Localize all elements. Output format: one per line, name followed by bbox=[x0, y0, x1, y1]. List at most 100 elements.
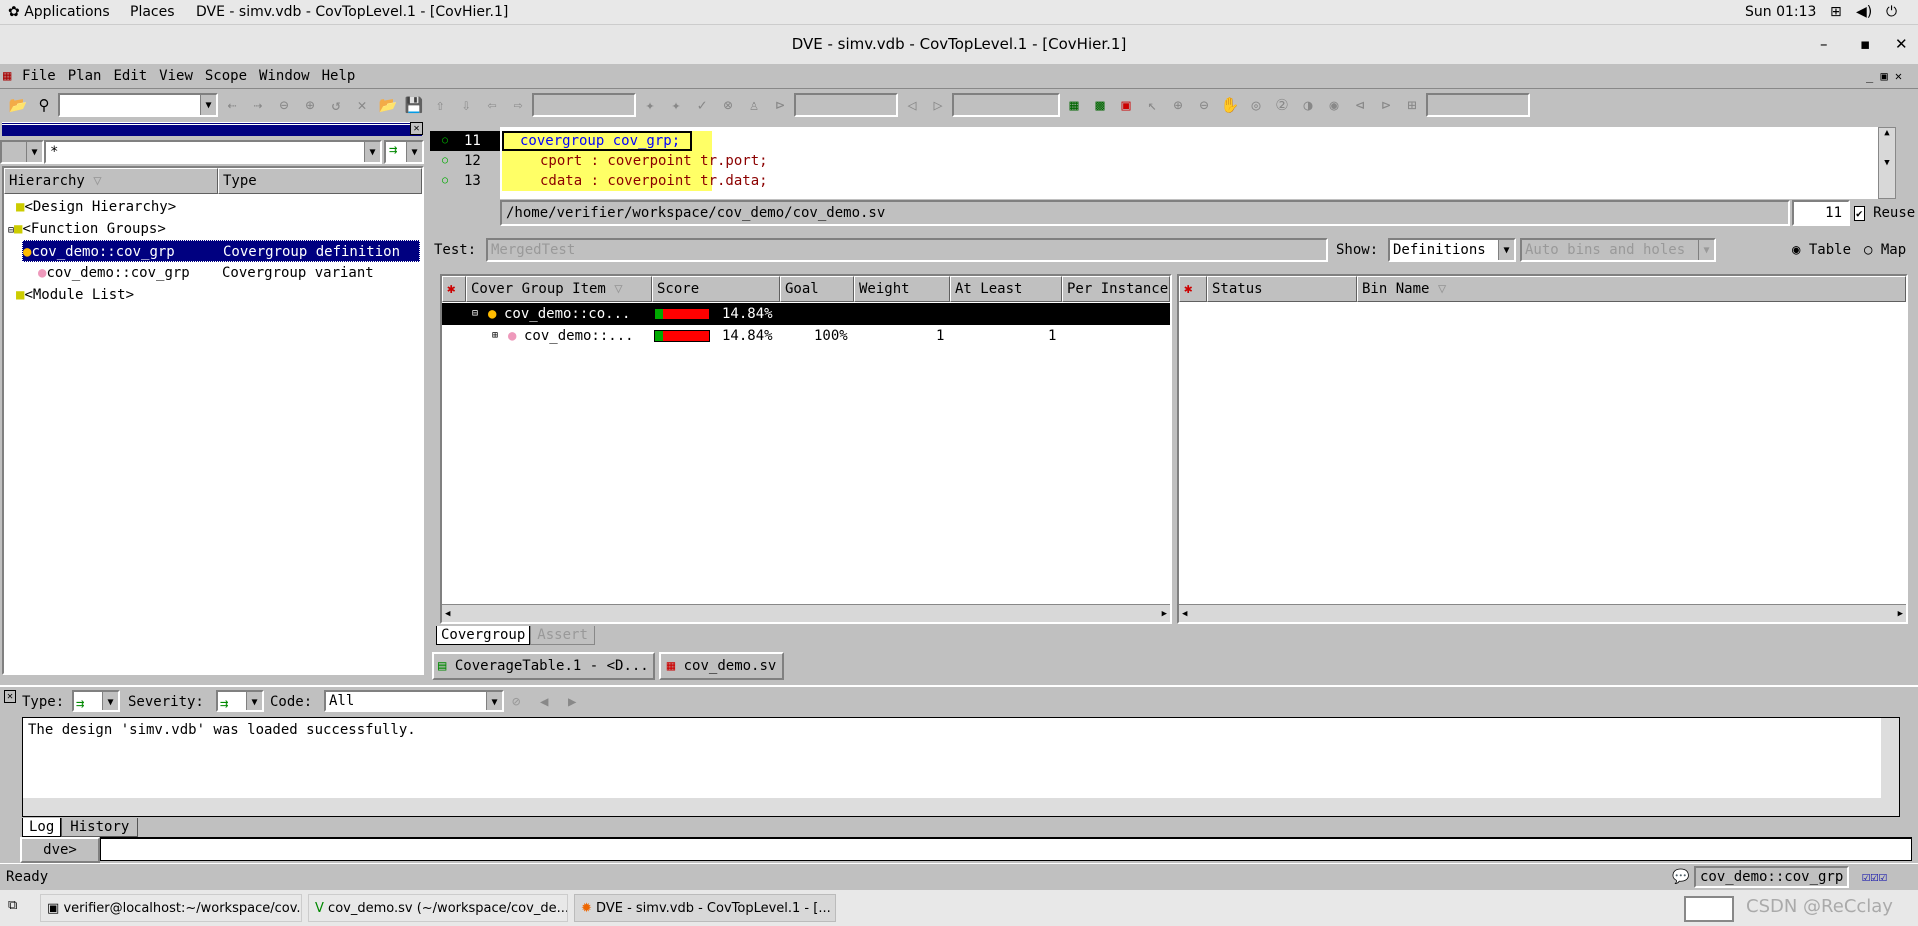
column-header-item[interactable]: Cover Group Item ▽ bbox=[466, 276, 652, 302]
filter-type-dropdown[interactable]: ⇉ ▼ bbox=[384, 140, 424, 164]
doc-tab-coverage-table[interactable]: ▤ CoverageTable.1 - <D... bbox=[432, 652, 655, 680]
coverage-view-icon[interactable]: ▣ bbox=[1114, 93, 1138, 117]
show-desktop-icon[interactable]: ⧉ bbox=[8, 898, 17, 913]
coverage-map-icon[interactable]: ▩ bbox=[1088, 93, 1112, 117]
type-filter-dropdown[interactable]: ⇉ ▼ bbox=[72, 690, 120, 712]
next-message-icon[interactable]: ▶ bbox=[568, 690, 576, 714]
column-header-status[interactable]: Status bbox=[1207, 276, 1357, 302]
zoom-out-icon[interactable]: ⊖ bbox=[272, 93, 296, 117]
zoom-in-icon[interactable]: ⊕ bbox=[1166, 93, 1190, 117]
expand-icon[interactable]: ⊞ bbox=[492, 325, 498, 347]
up-icon[interactable]: ⇧ bbox=[428, 93, 452, 117]
command-input[interactable] bbox=[100, 837, 1912, 861]
applications-menu[interactable]: ✿ Applications bbox=[8, 0, 110, 25]
history-dropdown[interactable] bbox=[532, 92, 636, 117]
column-header-goal[interactable]: Goal bbox=[780, 276, 854, 302]
step-icon[interactable]: ⊳ bbox=[768, 93, 792, 117]
column-header-bin-name[interactable]: Bin Name ▽ bbox=[1357, 276, 1906, 302]
table-row-selected[interactable]: ⊟ ● cov_demo::co... 14.84% bbox=[442, 303, 1170, 325]
code-filter-dropdown[interactable]: All ▼ bbox=[324, 690, 504, 712]
tool-icon[interactable]: ✦ bbox=[664, 93, 688, 117]
prev-icon[interactable]: ⊲ bbox=[1348, 93, 1372, 117]
signal-dropdown[interactable] bbox=[794, 92, 898, 117]
column-header-at-least[interactable]: At Least bbox=[950, 276, 1062, 302]
column-header-type[interactable]: Type bbox=[218, 168, 422, 194]
menu-window[interactable]: Window bbox=[259, 64, 310, 89]
menu-plan[interactable]: Plan bbox=[68, 64, 102, 89]
close-console-button[interactable]: ✕ bbox=[4, 690, 16, 703]
person-icon[interactable]: ♙ bbox=[742, 93, 766, 117]
edge-dropdown[interactable] bbox=[952, 92, 1060, 117]
menu-file[interactable]: File bbox=[22, 64, 56, 89]
taskbar-item-vim[interactable]: V cov_demo.sv (~/workspace/cov_de... bbox=[308, 894, 568, 922]
load-session-icon[interactable]: 📂 bbox=[376, 93, 400, 117]
workspace-switcher[interactable] bbox=[1684, 896, 1734, 922]
column-header-marker[interactable]: ✱ bbox=[1179, 276, 1207, 302]
view-map-radio[interactable]: ○ Map bbox=[1864, 236, 1906, 264]
network-icon[interactable]: ⊞ bbox=[1830, 0, 1842, 25]
column-header-score[interactable]: Score bbox=[652, 276, 780, 302]
zoom-dropdown[interactable] bbox=[1426, 92, 1530, 117]
clear-icon[interactable]: ⊘ bbox=[512, 690, 520, 714]
edge-back-icon[interactable]: ◁ bbox=[900, 93, 924, 117]
pan-icon[interactable]: ✋ bbox=[1218, 93, 1242, 117]
test-field[interactable]: MergedTest bbox=[486, 238, 1328, 262]
tool-icon[interactable]: ✦ bbox=[638, 93, 662, 117]
tree-row[interactable]: ⊟■<Function Groups> bbox=[8, 218, 166, 240]
coverage-view-icons[interactable]: ☑☑☑ bbox=[1862, 864, 1887, 890]
tab-history[interactable]: History bbox=[61, 818, 139, 837]
bins-dropdown[interactable]: Auto bins and holes ▼ bbox=[1520, 238, 1716, 262]
show-dropdown[interactable]: Definitions ▼ bbox=[1388, 238, 1516, 262]
table-row[interactable]: ⊞ ● cov_demo::... 14.84% 100% 1 1 bbox=[442, 325, 1170, 347]
list-icon[interactable]: ⊞ bbox=[1400, 93, 1424, 117]
panel-title-bar[interactable] bbox=[2, 122, 422, 136]
find-input[interactable]: ▼ bbox=[58, 92, 218, 117]
prev-message-icon[interactable]: ◀ bbox=[540, 690, 548, 714]
view-table-radio[interactable]: ◉ Table bbox=[1792, 236, 1851, 264]
next-icon[interactable]: ⊳ bbox=[1374, 93, 1398, 117]
tab-assert[interactable]: Assert bbox=[530, 626, 595, 645]
reuse-checkbox[interactable]: ✔ Reuse bbox=[1854, 203, 1915, 224]
tree-row[interactable]: ●cov_demo::cov_grp Covergroup variant bbox=[38, 262, 420, 284]
scope-type-dropdown[interactable]: ▼ bbox=[0, 140, 44, 164]
log-hscrollbar[interactable] bbox=[23, 798, 1881, 816]
bins-hscrollbar[interactable]: ◀ ▶ bbox=[1179, 604, 1906, 622]
active-app-label[interactable]: DVE - simv.vdb - CovTopLevel.1 - [CovHie… bbox=[196, 0, 508, 25]
column-header-weight[interactable]: Weight bbox=[854, 276, 950, 302]
delete-icon[interactable]: ✕ bbox=[350, 93, 374, 117]
column-header-hierarchy[interactable]: Hierarchy ▽ bbox=[4, 168, 218, 194]
zoom-out-icon[interactable]: ⊖ bbox=[1192, 93, 1216, 117]
menu-scope[interactable]: Scope bbox=[205, 64, 247, 89]
tab-covergroup[interactable]: Covergroup bbox=[436, 626, 531, 645]
check-icon[interactable]: ✓ bbox=[690, 93, 714, 117]
open-icon[interactable]: 📂 bbox=[6, 93, 30, 117]
line-number-field[interactable]: 11 bbox=[1792, 200, 1850, 226]
maximize-button[interactable]: ▪ bbox=[1860, 25, 1870, 64]
volume-icon[interactable]: ◀) bbox=[1856, 0, 1872, 25]
save-session-icon[interactable]: 💾 bbox=[402, 93, 426, 117]
chevron-down-icon[interactable]: ▼ bbox=[200, 94, 216, 115]
taskbar-item-terminal[interactable]: ▣ verifier@localhost:~/workspace/cov... bbox=[40, 894, 302, 922]
undo-icon[interactable]: ↺ bbox=[324, 93, 348, 117]
forward-icon[interactable]: ⇨ bbox=[506, 93, 530, 117]
menu-edit[interactable]: Edit bbox=[113, 64, 147, 89]
doc-tab-source[interactable]: ▦ cov_demo.sv bbox=[658, 652, 785, 680]
table-view-icon[interactable]: ▦ bbox=[1062, 93, 1086, 117]
tab-log[interactable]: Log bbox=[22, 818, 62, 837]
minimize-button[interactable]: – bbox=[1820, 25, 1828, 64]
places-menu[interactable]: Places bbox=[130, 0, 175, 25]
log-vscrollbar[interactable] bbox=[1881, 718, 1899, 816]
edge-forward-icon[interactable]: ▷ bbox=[926, 93, 950, 117]
down-icon[interactable]: ⇩ bbox=[454, 93, 478, 117]
cancel-icon[interactable]: ⊗ bbox=[716, 93, 740, 117]
table-hscrollbar[interactable]: ◀ ▶ bbox=[442, 604, 1170, 622]
tree-row[interactable]: ■<Module List> bbox=[16, 284, 134, 306]
close-panel-button[interactable]: ✕ bbox=[410, 122, 423, 135]
back-icon[interactable]: ⇦ bbox=[480, 93, 504, 117]
message-icon[interactable]: 💬 bbox=[1672, 864, 1689, 890]
zoom-full-icon[interactable]: ◉ bbox=[1322, 93, 1346, 117]
tree-row[interactable]: ■<Design Hierarchy> bbox=[16, 196, 176, 218]
zoom-half-icon[interactable]: ◑ bbox=[1296, 93, 1320, 117]
taskbar-item-dve[interactable]: ✹ DVE - simv.vdb - CovTopLevel.1 - [... bbox=[574, 894, 836, 922]
clock[interactable]: Sun 01:13 bbox=[1745, 0, 1816, 25]
